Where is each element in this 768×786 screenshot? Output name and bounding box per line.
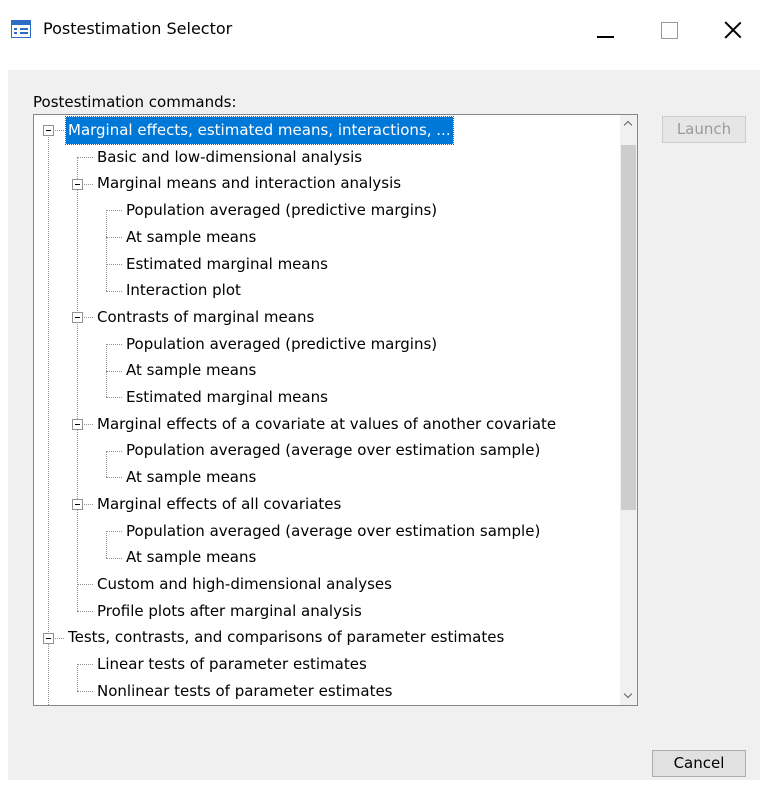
tree-item[interactable]: Population averaged (average over estima… bbox=[124, 518, 542, 545]
tree-line bbox=[77, 157, 93, 159]
tree-item-label: Marginal effects, estimated means, inter… bbox=[65, 116, 454, 145]
minimize-icon[interactable] bbox=[583, 8, 629, 52]
tree-item[interactable]: Estimated marginal means bbox=[124, 251, 330, 278]
tree-item[interactable]: Estimated marginal means bbox=[124, 384, 330, 411]
tree-item[interactable]: Linear tests of parameter estimates bbox=[95, 651, 369, 678]
tree-line bbox=[77, 664, 93, 666]
dialog-body: Postestimation commands: Marginal effect… bbox=[8, 70, 760, 780]
tree-line bbox=[48, 130, 49, 638]
close-icon[interactable] bbox=[710, 8, 756, 52]
scroll-up-icon[interactable] bbox=[620, 115, 637, 132]
scroll-thumb[interactable] bbox=[621, 145, 636, 510]
tree-item-label: Population averaged (average over estima… bbox=[126, 441, 541, 460]
collapse-icon[interactable] bbox=[72, 178, 83, 190]
tree-line bbox=[106, 450, 107, 478]
tree-item-label: Estimated marginal means bbox=[126, 254, 328, 273]
tree-item[interactable]: Interaction plot bbox=[124, 277, 243, 304]
tree-item[interactable]: Marginal effects of a covariate at value… bbox=[95, 411, 558, 438]
tree-item-label: Profile plots after marginal analysis bbox=[97, 601, 362, 620]
scroll-down-icon[interactable] bbox=[620, 688, 637, 705]
tree-line bbox=[106, 263, 107, 291]
collapse-icon[interactable] bbox=[72, 419, 83, 431]
tree-item-label: At sample means bbox=[126, 361, 257, 380]
tree-item[interactable]: Tests, contrasts, and comparisons of par… bbox=[66, 624, 506, 651]
tree-line bbox=[77, 691, 93, 693]
tree-line bbox=[77, 664, 78, 692]
tree-item-label: Tests, contrasts, and comparisons of par… bbox=[68, 628, 505, 647]
collapse-icon[interactable] bbox=[72, 312, 83, 324]
tree-item-label: Marginal effects of a covariate at value… bbox=[97, 414, 557, 433]
tree-item[interactable]: Profile plots after marginal analysis bbox=[95, 598, 364, 625]
tree-item-label: Interaction plot bbox=[126, 281, 241, 300]
launch-button[interactable]: Launch bbox=[662, 116, 746, 143]
tree-item-label: Marginal effects of all covariates bbox=[97, 494, 342, 513]
tree-item[interactable]: At sample means bbox=[124, 357, 258, 384]
window-title: Postestimation Selector bbox=[43, 19, 233, 38]
tree-item[interactable]: At sample means bbox=[124, 544, 258, 571]
tree-item[interactable]: Marginal effects, estimated means, inter… bbox=[65, 116, 454, 145]
tree-item-label: At sample means bbox=[126, 548, 257, 567]
dialog-window-icon bbox=[11, 20, 31, 38]
tree-item[interactable]: Population averaged (average over estima… bbox=[124, 437, 542, 464]
tree-line bbox=[106, 450, 122, 452]
postestimation-tree[interactable]: Marginal effects, estimated means, inter… bbox=[33, 114, 638, 706]
collapse-icon[interactable] bbox=[43, 125, 54, 137]
tree-line bbox=[106, 210, 122, 212]
tree-item[interactable]: At sample means bbox=[124, 224, 258, 251]
tree-line bbox=[48, 637, 49, 705]
tree-line bbox=[106, 370, 122, 372]
tree-line bbox=[77, 584, 78, 611]
tree-line bbox=[106, 557, 122, 559]
tree-line bbox=[106, 290, 122, 292]
collapse-icon[interactable] bbox=[43, 632, 54, 644]
collapse-icon[interactable] bbox=[72, 499, 83, 511]
tree-item-label: Estimated marginal means bbox=[126, 388, 328, 406]
tree-item-label: Linear tests of parameter estimates bbox=[97, 655, 367, 673]
tree-item[interactable]: Marginal means and interaction analysis bbox=[95, 170, 403, 197]
tree-item[interactable]: Population averaged (predictive margins) bbox=[124, 197, 439, 224]
tree-item-label: Population averaged (average over estima… bbox=[126, 521, 541, 540]
tree-item[interactable]: Nonlinear tests of parameter estimates bbox=[95, 678, 395, 705]
tree-line bbox=[106, 343, 122, 345]
tree-item-label: Custom and high-dimensional analyses bbox=[97, 574, 392, 593]
tree-item[interactable]: Custom and high-dimensional analyses bbox=[95, 571, 394, 598]
tree-item[interactable]: Basic and low-dimensional analysis bbox=[95, 144, 364, 171]
tree-line bbox=[106, 263, 122, 265]
title-bar: Postestimation Selector bbox=[0, 0, 768, 62]
tree-item[interactable]: Marginal effects of all covariates bbox=[95, 491, 343, 518]
tree-line bbox=[106, 530, 107, 558]
tree-item-label: Marginal means and interaction analysis bbox=[97, 174, 402, 193]
tree-line bbox=[77, 610, 93, 612]
tree-item[interactable]: Population averaged (predictive margins) bbox=[124, 331, 439, 358]
tree-line bbox=[77, 584, 93, 586]
tree-line bbox=[106, 237, 122, 239]
tree-item[interactable]: At sample means bbox=[124, 464, 258, 491]
tree-item-label: Basic and low-dimensional analysis bbox=[97, 147, 363, 166]
tree-item[interactable]: Contrasts of marginal means bbox=[95, 304, 316, 331]
tree-item-label: Contrasts of marginal means bbox=[97, 307, 315, 326]
tree-line bbox=[106, 530, 122, 532]
tree-item-label: At sample means bbox=[126, 227, 257, 246]
tree-item-label: At sample means bbox=[126, 468, 257, 487]
tree-item-label: Population averaged (predictive margins) bbox=[126, 334, 438, 353]
vertical-scrollbar[interactable] bbox=[620, 115, 637, 705]
tree-item-label: Nonlinear tests of parameter estimates bbox=[97, 681, 393, 700]
tree-line bbox=[106, 397, 122, 399]
tree-item-label: Population averaged (predictive margins) bbox=[126, 201, 438, 220]
maximize-icon bbox=[647, 8, 693, 52]
tree-line bbox=[106, 477, 122, 479]
tree-label: Postestimation commands: bbox=[33, 93, 237, 111]
cancel-button[interactable]: Cancel bbox=[652, 750, 746, 777]
tree-content: Marginal effects, estimated means, inter… bbox=[34, 115, 620, 705]
tree-line bbox=[106, 370, 107, 398]
